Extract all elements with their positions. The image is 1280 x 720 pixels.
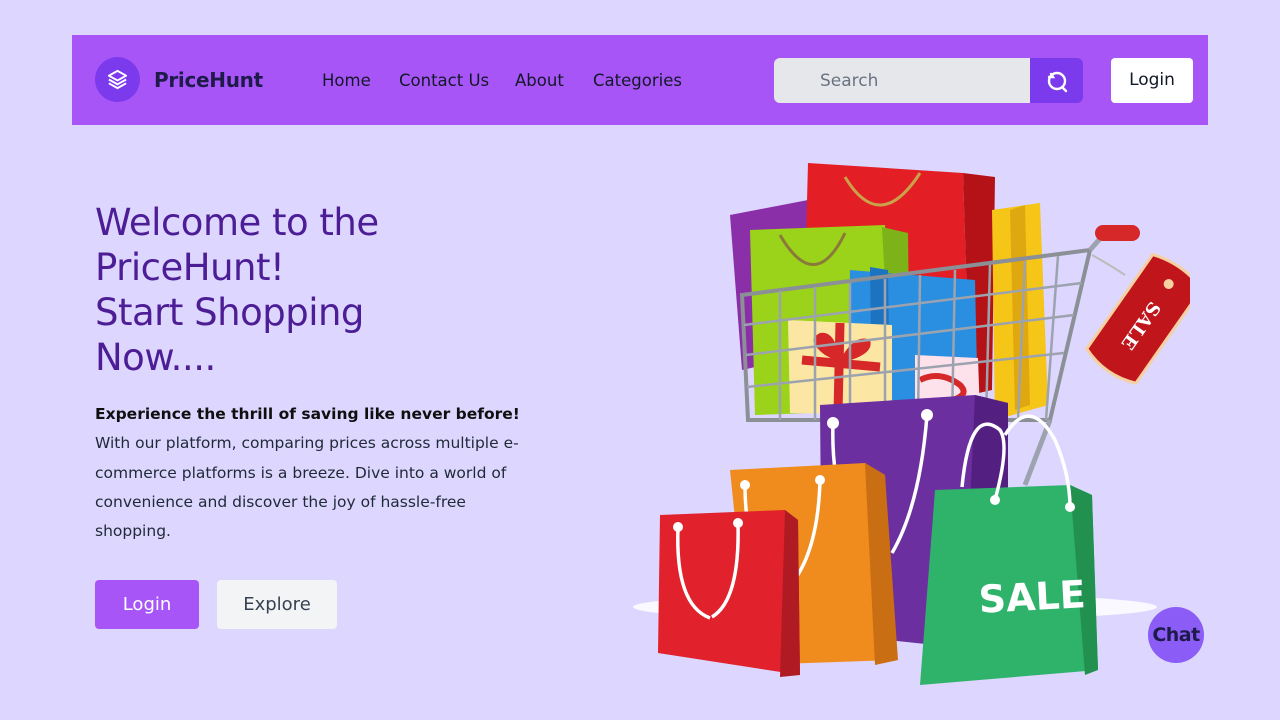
hero-title-line: Welcome to the: [95, 201, 379, 244]
hero-description: With our platform, comparing prices acro…: [95, 434, 519, 541]
hero-title-line: PriceHunt!: [95, 246, 285, 289]
chat-button[interactable]: Chat: [1148, 607, 1204, 663]
hero-title-line: Start Shopping: [95, 291, 364, 334]
nav-link-home[interactable]: Home: [322, 71, 371, 90]
shopping-cart-illustration: SALE SALE: [633, 163, 1190, 685]
login-button[interactable]: Login: [95, 580, 199, 629]
search-icon: [1047, 71, 1068, 93]
hero-description-block: Experience the thrill of saving like nev…: [95, 400, 525, 546]
nav-link-about[interactable]: About: [515, 71, 564, 90]
hero-tagline: Experience the thrill of saving like nev…: [95, 405, 520, 423]
hero-title: Welcome to the PriceHunt! Start Shopping…: [95, 200, 515, 380]
hero-title-line: Now....: [95, 336, 216, 379]
search-input[interactable]: [774, 58, 1030, 103]
layers-icon: [107, 69, 128, 90]
nav-link-categories[interactable]: Categories: [593, 71, 682, 90]
navbar: PriceHunt Home Contact Us About Categori…: [72, 35, 1208, 125]
nav-link-contact[interactable]: Contact Us: [399, 71, 489, 90]
login-button-nav[interactable]: Login: [1111, 58, 1193, 103]
brand-name[interactable]: PriceHunt: [154, 68, 263, 92]
sale-tag: SALE: [1084, 252, 1190, 385]
logo[interactable]: [95, 57, 140, 102]
cart-grip: [1095, 225, 1140, 241]
bag-sale-text: SALE: [978, 572, 1087, 622]
search-button[interactable]: [1030, 58, 1083, 103]
explore-button[interactable]: Explore: [217, 580, 337, 629]
